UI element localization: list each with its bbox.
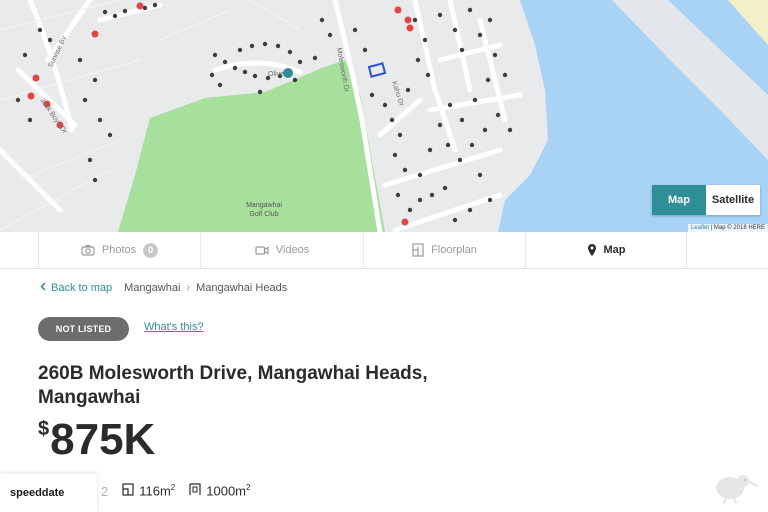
kiwi-bird-icon	[708, 470, 759, 509]
map-attribution: Leaflet | Map © 2018 HERE	[687, 224, 768, 232]
back-to-map-label: Back to map	[51, 282, 113, 294]
bathrooms-count: 2	[101, 483, 109, 499]
svg-text:Olive: Olive	[268, 71, 284, 78]
camera-icon	[81, 244, 95, 256]
status-badge: NOT LISTED	[38, 317, 129, 341]
satellite-toggle-button[interactable]: Satellite	[706, 185, 760, 215]
tab-map[interactable]: Map	[525, 232, 687, 268]
estimated-price: $ 875K	[38, 414, 155, 466]
map-view[interactable]: Sunrise Bv Jack Boyd Dr Molesworth Dr Ka…	[0, 0, 768, 232]
attribution-text: | Map © 2018 HERE	[708, 225, 765, 231]
floor-area-feature: 116m2	[122, 483, 175, 499]
golf-club-label-2: Golf Club	[249, 211, 278, 218]
speeddate-label: speeddate	[10, 487, 65, 499]
floorplan-icon	[412, 243, 424, 257]
chevron-left-icon	[40, 282, 46, 294]
tab-videos[interactable]: Videos	[200, 232, 363, 268]
golf-club-label: Mangawhai	[246, 202, 282, 209]
property-features: 2 116m2 1000m2	[82, 482, 264, 499]
leaflet-link[interactable]: Leaflet	[691, 225, 709, 231]
breadcrumb: Back to map Mangawhai › Mangawhai Heads	[40, 282, 287, 294]
tab-floorplan-label: Floorplan	[431, 244, 477, 256]
property-address: 260B Molesworth Drive, Mangawhai Heads, …	[38, 363, 428, 408]
map-pin-icon	[587, 243, 597, 257]
speeddate-widget[interactable]: speeddate	[0, 474, 97, 512]
whats-this-link[interactable]: What's this?	[144, 321, 204, 333]
map-type-toggle[interactable]: Map Satellite	[652, 185, 760, 215]
tab-map-label: Map	[603, 244, 626, 256]
video-icon	[255, 245, 269, 256]
price-value: 875K	[50, 415, 156, 464]
media-tab-bar: Photos 0 Videos Floorplan Map	[0, 232, 768, 269]
tab-photos[interactable]: Photos 0	[38, 232, 200, 268]
back-to-map-link[interactable]: Back to map	[40, 282, 112, 294]
land-area-feature: 1000m2	[189, 483, 250, 499]
tab-photos-label: Photos	[101, 244, 137, 256]
chevron-right-icon: ›	[186, 282, 191, 294]
tab-floorplan[interactable]: Floorplan	[363, 232, 525, 268]
price-currency: $	[38, 418, 50, 440]
breadcrumb-item-mangawhai-heads[interactable]: Mangawhai Heads	[196, 282, 287, 294]
photos-count-badge: 0	[143, 242, 159, 258]
breadcrumb-item-mangawhai[interactable]: Mangawhai	[124, 282, 180, 294]
map-toggle-button[interactable]: Map	[652, 185, 706, 215]
land-area-icon	[189, 483, 201, 499]
floor-area-icon	[122, 483, 134, 499]
floor-area-value: 116m2	[139, 483, 176, 499]
land-area-value: 1000m2	[206, 483, 251, 499]
property-marker	[283, 68, 293, 78]
tab-videos-label: Videos	[275, 244, 310, 256]
